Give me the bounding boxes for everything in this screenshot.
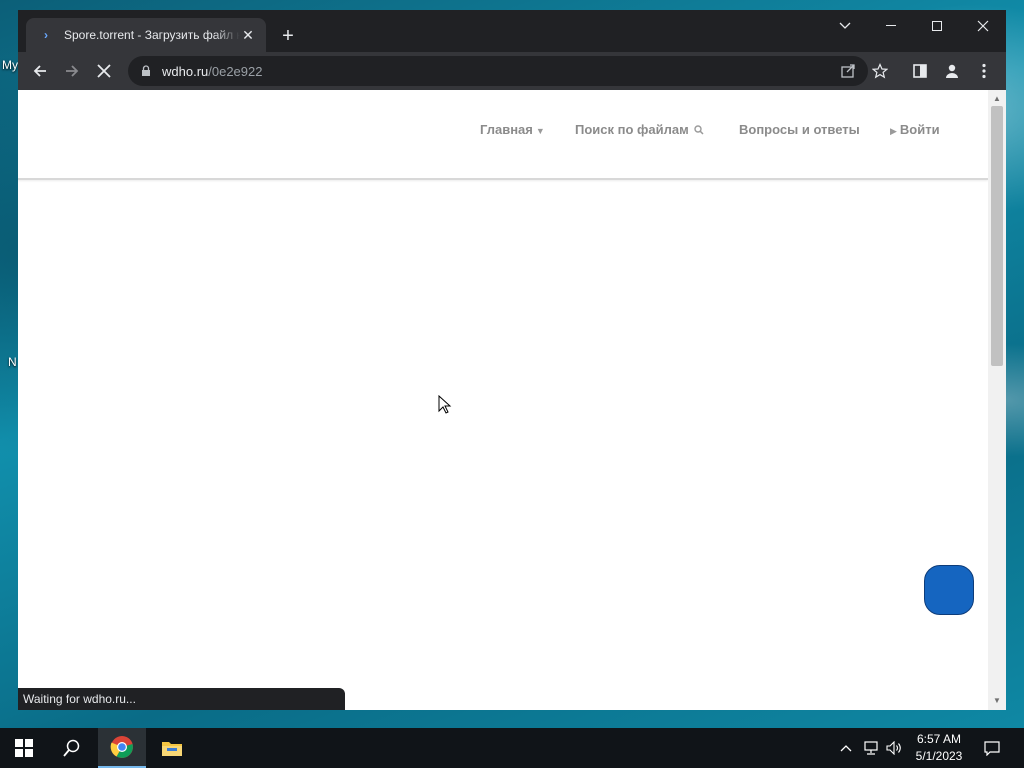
start-button[interactable] bbox=[0, 728, 48, 768]
wdho-favicon-icon: › bbox=[44, 28, 48, 42]
nav-faq[interactable]: Вопросы и ответы bbox=[739, 122, 860, 137]
menu-kebab-icon[interactable] bbox=[970, 57, 998, 85]
forward-button[interactable] bbox=[58, 57, 86, 85]
side-panel-icon[interactable] bbox=[906, 57, 934, 85]
folder-icon bbox=[162, 742, 182, 756]
chrome-icon bbox=[110, 736, 133, 758]
nav-search-label: Поиск по файлам bbox=[575, 122, 689, 137]
taskbar-chrome[interactable] bbox=[98, 728, 146, 768]
nav-login-label: Войти bbox=[899, 122, 940, 137]
system-clock[interactable]: 6:57 AM 5/1/2023 bbox=[908, 731, 970, 765]
status-bubble: Waiting for wdho.ru... bbox=[18, 688, 345, 710]
minimize-button[interactable] bbox=[868, 10, 914, 42]
notifications-icon[interactable] bbox=[982, 738, 1002, 758]
tab-title: Spore.torrent - Загрузить файл на bbox=[64, 28, 240, 42]
search-icon bbox=[63, 739, 80, 757]
desktop-icon-label-n[interactable]: N bbox=[8, 355, 17, 369]
nav-login[interactable]: ▶ Войти bbox=[890, 122, 940, 137]
close-window-button[interactable] bbox=[960, 10, 1006, 42]
browser-window: › Spore.torrent - Загрузить файл на ✕ + bbox=[18, 10, 1006, 710]
back-button[interactable] bbox=[26, 57, 54, 85]
page-viewport: Главная ▼ Поиск по файлам Вопросы и ответ… bbox=[18, 90, 988, 710]
new-tab-button[interactable]: + bbox=[276, 24, 300, 48]
address-bar[interactable]: wdho.ru/0e2e922 bbox=[128, 56, 868, 86]
search-icon bbox=[694, 123, 704, 138]
stop-loading-button[interactable] bbox=[90, 57, 118, 85]
taskbar: 6:57 AM 5/1/2023 bbox=[0, 728, 1024, 768]
tab-close-icon[interactable]: ✕ bbox=[240, 27, 256, 43]
address-host: wdho.ru bbox=[162, 63, 209, 79]
caret-right-icon: ▶ bbox=[890, 126, 897, 136]
volume-icon[interactable] bbox=[884, 738, 904, 758]
bookmark-star-icon[interactable] bbox=[866, 57, 894, 85]
clock-date: 5/1/2023 bbox=[915, 749, 963, 763]
caret-down-icon: ▼ bbox=[535, 126, 545, 136]
share-icon[interactable] bbox=[834, 57, 862, 85]
browser-toolbar: wdho.ru/0e2e922 bbox=[18, 52, 1006, 90]
tab-active[interactable]: › Spore.torrent - Загрузить файл на ✕ bbox=[26, 18, 266, 52]
scroll-down-icon[interactable]: ▼ bbox=[992, 695, 1002, 705]
chat-widget-button[interactable] bbox=[924, 565, 974, 615]
tab-search-chevron-icon[interactable] bbox=[822, 10, 868, 42]
tab-strip: › Spore.torrent - Загрузить файл на ✕ + bbox=[18, 10, 1006, 52]
nav-home-label: Главная bbox=[480, 122, 533, 137]
profile-icon[interactable] bbox=[938, 57, 966, 85]
nav-home[interactable]: Главная ▼ bbox=[480, 122, 545, 137]
tray-chevron-up-icon[interactable] bbox=[836, 738, 856, 758]
nav-search[interactable]: Поиск по файлам bbox=[575, 122, 704, 138]
mouse-cursor-icon bbox=[438, 395, 452, 414]
taskbar-file-explorer[interactable] bbox=[148, 728, 196, 768]
clock-time: 6:57 AM bbox=[916, 732, 962, 746]
page-scrollbar[interactable]: ▲ ▼ bbox=[988, 90, 1006, 710]
maximize-button[interactable] bbox=[914, 10, 960, 42]
nav-faq-label: Вопросы и ответы bbox=[739, 122, 860, 137]
network-icon[interactable] bbox=[861, 738, 881, 758]
windows-logo-icon bbox=[15, 739, 33, 757]
scroll-up-icon[interactable]: ▲ bbox=[992, 93, 1002, 103]
desktop-icon-label-my[interactable]: My bbox=[2, 58, 18, 72]
address-path: /0e2e922 bbox=[208, 63, 263, 79]
taskbar-search-button[interactable] bbox=[48, 728, 96, 768]
lock-icon[interactable] bbox=[140, 65, 152, 77]
site-header: Главная ▼ Поиск по файлам Вопросы и ответ… bbox=[18, 90, 988, 180]
scrollbar-thumb[interactable] bbox=[991, 106, 1003, 366]
